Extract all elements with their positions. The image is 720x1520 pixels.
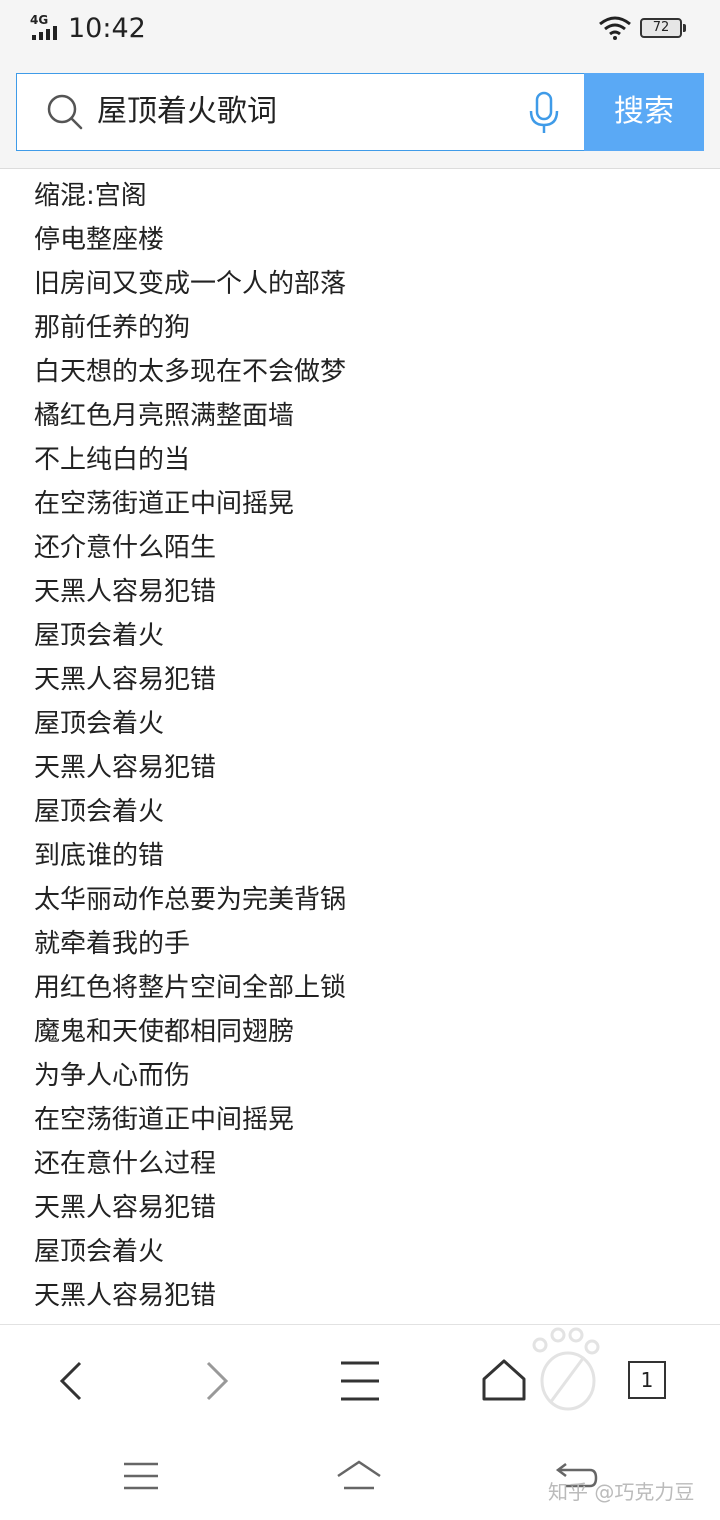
lyric-line: 缩混:宫阁: [34, 181, 147, 211]
lyric-line: 屋顶会着火: [34, 709, 165, 739]
lyric-line: 屋顶会着火: [34, 1237, 165, 1267]
lyric-line: 旧房间又变成一个人的部落: [34, 269, 347, 299]
lyric-line: 不上纯白的当: [34, 445, 191, 475]
search-box[interactable]: 屋顶着火歌词: [16, 73, 584, 151]
lyric-line: 天黑人容易犯错: [34, 1193, 217, 1223]
search-button[interactable]: 搜索: [584, 73, 704, 151]
search-input[interactable]: 屋顶着火歌词: [97, 74, 517, 150]
search-header: 屋顶着火歌词 搜索: [0, 58, 720, 169]
cellular-signal-icon: 4G: [30, 14, 62, 40]
lyric-line: 天黑人容易犯错: [34, 665, 217, 695]
lyric-line: 为争人心而伤: [34, 1061, 191, 1091]
wifi-icon: [599, 16, 631, 40]
lyric-line: 在空荡街道正中间摇晃: [34, 1105, 295, 1135]
lyric-line: 在空荡街道正中间摇晃: [34, 489, 295, 519]
lyric-line: 橘红色月亮照满整面墙: [34, 401, 295, 431]
lyric-line: 停电整座楼: [34, 225, 165, 255]
home-icon[interactable]: [476, 1353, 532, 1409]
lyric-line: 天黑人容易犯错: [34, 577, 217, 607]
lyric-line: 那前任养的狗: [34, 313, 191, 343]
network-type: 4G: [30, 13, 49, 27]
lyric-line: 到底谁的错: [34, 841, 165, 871]
status-bar: 4G 10:42 72: [0, 0, 720, 58]
recent-apps-icon[interactable]: [116, 1454, 166, 1498]
lyric-line: 天黑人容易犯错: [34, 753, 217, 783]
lyric-line: 就牵着我的手: [34, 929, 191, 959]
browser-toolbar: 1: [0, 1324, 720, 1437]
watermark-text: 知乎 @巧克力豆: [548, 1480, 695, 1504]
search-icon: [47, 94, 83, 130]
microphone-icon[interactable]: [527, 91, 561, 135]
lyric-line: 屋顶会着火: [34, 621, 165, 651]
lyrics-content: 缩混:宫阁停电整座楼旧房间又变成一个人的部落 那前任养的狗白天想的太多现在不会做梦…: [34, 174, 694, 1318]
hamburger-icon[interactable]: [332, 1353, 388, 1409]
lyric-line: 用红色将整片空间全部上锁: [34, 973, 347, 1003]
lyric-line: 屋顶会着火: [34, 797, 165, 827]
clock: 10:42: [68, 13, 146, 44]
lyric-line: 还介意什么陌生: [34, 533, 217, 563]
chevron-left-icon[interactable]: [44, 1353, 100, 1409]
lyric-line: 还在意什么过程: [34, 1149, 217, 1179]
lyric-line: 魔鬼和天使都相同翅膀: [34, 1017, 295, 1047]
tabs-button[interactable]: 1: [628, 1361, 666, 1399]
battery-indicator: 72: [640, 18, 686, 38]
system-navigation-bar: 知乎 @巧克力豆: [0, 1436, 720, 1520]
paw-watermark-icon: [532, 1327, 600, 1411]
lyric-line: 太华丽动作总要为完美背锅: [34, 885, 347, 915]
chevron-right-icon[interactable]: [188, 1353, 244, 1409]
system-home-icon[interactable]: [334, 1454, 384, 1498]
lyric-line: 白天想的太多现在不会做梦: [34, 357, 347, 387]
lyric-line: 天黑人容易犯错: [34, 1281, 217, 1311]
